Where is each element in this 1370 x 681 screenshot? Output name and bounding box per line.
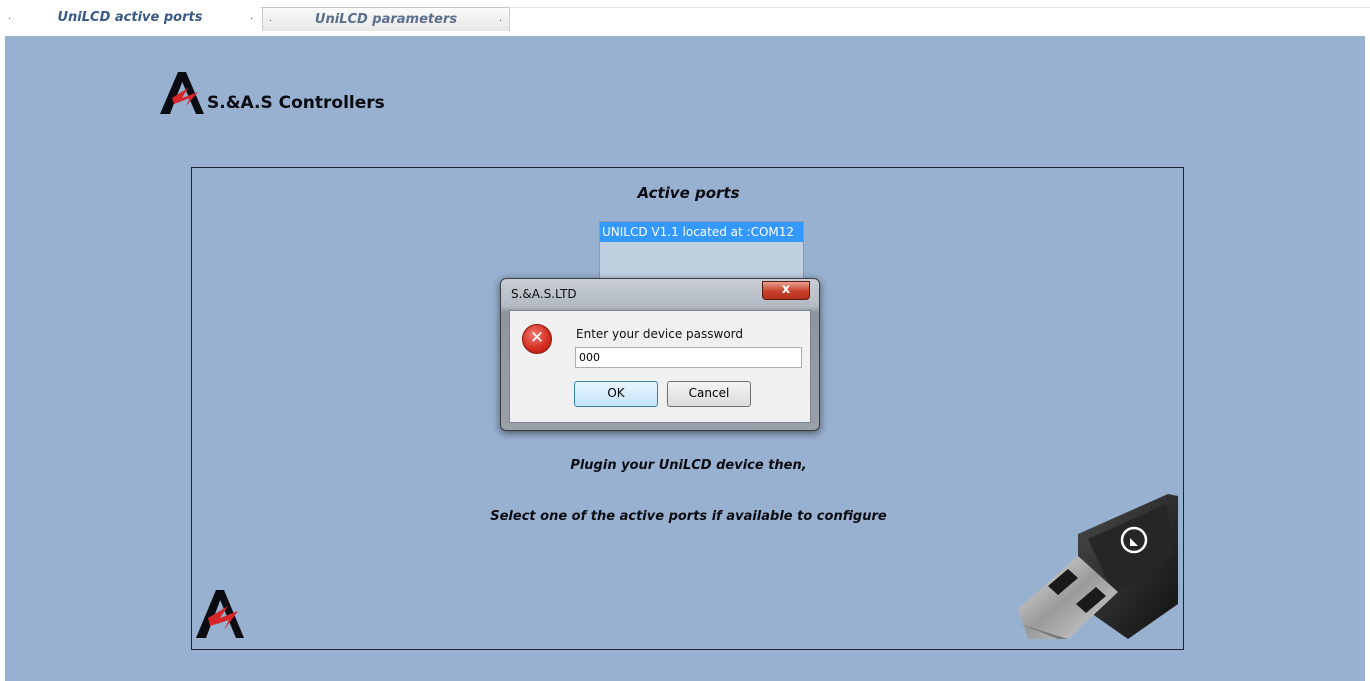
tab-strip: . UniLCD active ports . . UniLCD paramet… [0, 0, 1370, 36]
brand-name: S.&A.S Controllers [207, 93, 385, 113]
dialog-title: S.&A.S.LTD [511, 287, 577, 301]
close-icon: x [781, 282, 791, 297]
password-prompt: Enter your device password [576, 327, 744, 341]
tab-dot: . [8, 11, 12, 22]
tab-dot: . [250, 11, 254, 22]
password-dialog: S.&A.S.LTD x ✕ Enter your device passwor… [500, 278, 820, 431]
ports-list[interactable]: UNILCD V1.1 located at :COM12 [599, 221, 804, 283]
error-icon: ✕ [522, 324, 552, 354]
tab-label: UniLCD active ports [57, 10, 203, 25]
cancel-button[interactable]: Cancel [667, 381, 751, 407]
ok-button[interactable]: OK [574, 381, 658, 407]
port-item[interactable]: UNILCD V1.1 located at :COM12 [600, 222, 803, 242]
tab-label: UniLCD parameters [314, 12, 458, 27]
dialog-body: ✕ Enter your device password OK Cancel [509, 310, 811, 423]
password-input[interactable] [575, 347, 802, 368]
tab-unilcd-active-ports[interactable]: . UniLCD active ports . [0, 5, 260, 32]
tab-dot: . [269, 13, 273, 24]
tab-dot: . [499, 13, 503, 24]
panel-title: Active ports [637, 184, 740, 202]
tab-unilcd-parameters[interactable]: . UniLCD parameters . [262, 7, 510, 31]
usb-plug-icon [1018, 494, 1178, 639]
company-logo-icon [196, 590, 244, 638]
close-button[interactable]: x [762, 281, 810, 300]
company-logo-icon [160, 72, 204, 114]
instruction-plugin: Plugin your UniLCD device then, [570, 458, 807, 473]
